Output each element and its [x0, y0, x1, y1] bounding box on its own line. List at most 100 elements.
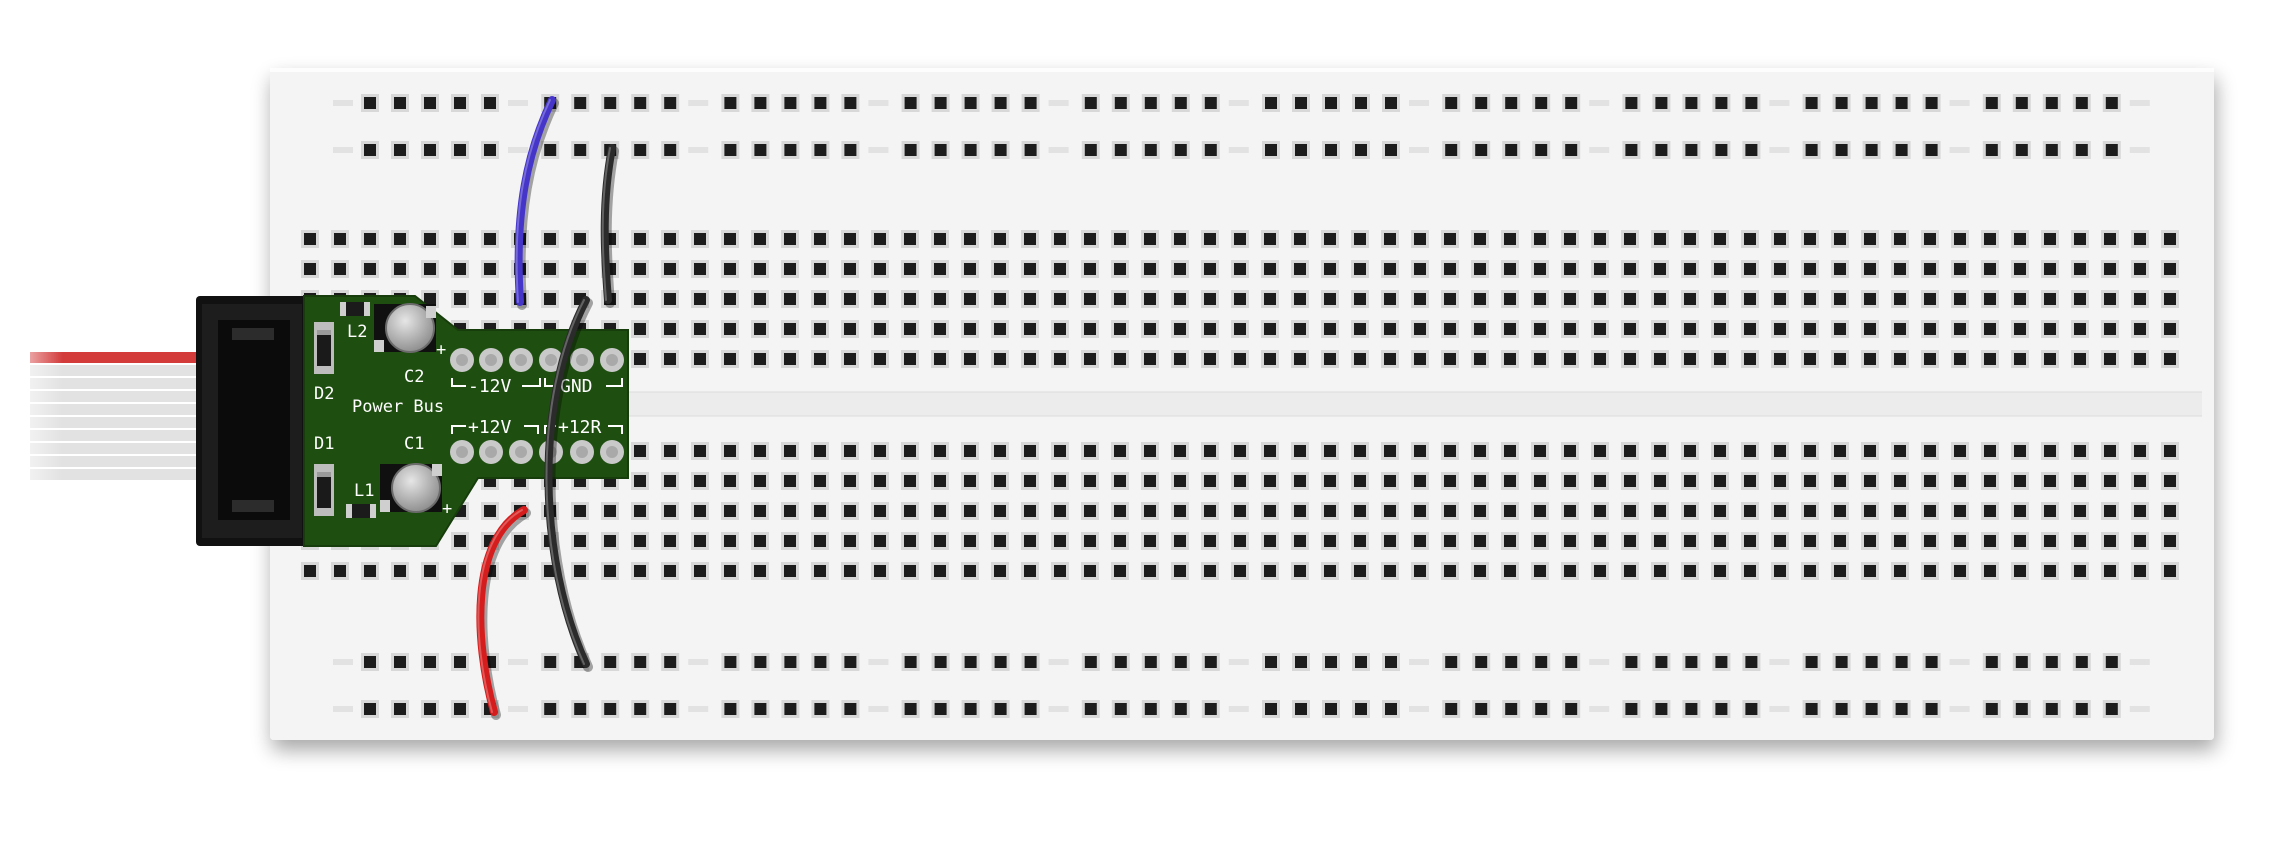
terminal-hole: [1441, 260, 1459, 278]
terminal-hole: [361, 562, 379, 580]
terminal-hole: [2131, 320, 2149, 338]
terminal-hole: [1561, 472, 1579, 490]
terminal-hole: [1531, 260, 1549, 278]
terminal-hole: [1291, 230, 1309, 248]
terminal-hole: [631, 502, 649, 520]
rail-hole: [631, 653, 650, 671]
terminal-hole: [1951, 562, 1969, 580]
terminal-hole: [1621, 442, 1639, 460]
terminal-hole: [2161, 502, 2179, 520]
rail-hole: [721, 653, 740, 671]
terminal-hole: [1051, 290, 1069, 308]
terminal-hole: [2041, 472, 2059, 490]
d2-diode: [314, 322, 334, 374]
terminal-hole: [2071, 290, 2089, 308]
terminal-hole: [1621, 230, 1639, 248]
rail-hole: [2102, 700, 2121, 718]
terminal-hole: [1681, 260, 1699, 278]
terminal-hole: [1441, 472, 1459, 490]
terminal-hole: [901, 472, 919, 490]
terminal-hole: [361, 260, 379, 278]
terminal-hole: [2041, 502, 2059, 520]
terminal-hole: [1141, 290, 1159, 308]
terminal-hole: [1921, 502, 1939, 520]
terminal-hole: [1441, 502, 1459, 520]
terminal-hole: [1651, 350, 1669, 368]
terminal-hole: [2101, 562, 2119, 580]
rail-gap-marker: [1949, 706, 1970, 712]
rail-hole: [841, 141, 860, 159]
terminal-hole: [1321, 442, 1339, 460]
terminal-hole: [1711, 290, 1729, 308]
terminal-hole: [2071, 230, 2089, 248]
rail-hole: [1141, 94, 1160, 112]
rail-hole: [901, 653, 920, 671]
rail-hole: [2042, 141, 2061, 159]
rail-hole: [1262, 653, 1280, 671]
rail-hole: [2102, 653, 2121, 671]
terminal-hole: [1711, 350, 1729, 368]
rail-hole: [1262, 141, 1280, 159]
terminal-hole: [751, 260, 769, 278]
terminal-hole: [871, 442, 889, 460]
rail-hole: [601, 700, 620, 718]
terminal-hole: [781, 320, 799, 338]
terminal-hole: [1591, 260, 1609, 278]
terminal-hole: [1291, 442, 1309, 460]
terminal-hole: [1891, 290, 1909, 308]
terminal-hole: [1501, 562, 1519, 580]
rail-hole: [1201, 141, 1220, 159]
terminal-hole: [661, 350, 679, 368]
terminal-hole: [391, 230, 409, 248]
terminal-hole: [301, 260, 319, 278]
terminal-hole: [1261, 260, 1279, 278]
terminal-hole: [1351, 472, 1369, 490]
terminal-hole: [2071, 502, 2089, 520]
terminal-hole: [901, 290, 919, 308]
terminal-hole: [661, 290, 679, 308]
terminal-hole: [1471, 472, 1489, 490]
terminal-hole: [1201, 472, 1219, 490]
terminal-hole: [931, 532, 949, 550]
rail-hole: [1892, 141, 1911, 159]
terminal-hole: [2161, 320, 2179, 338]
terminal-hole: [2011, 320, 2029, 338]
rail-hole: [961, 94, 980, 112]
terminal-hole: [1981, 562, 1999, 580]
terminal-hole: [1141, 260, 1159, 278]
terminal-hole: [451, 562, 469, 580]
pin-label-neg12v: -12V: [468, 376, 512, 397]
pin-label-pos12r: +12R: [558, 417, 602, 438]
terminal-hole: [571, 532, 589, 550]
terminal-hole: [1741, 532, 1759, 550]
terminal-hole: [1291, 562, 1309, 580]
terminal-hole: [871, 472, 889, 490]
terminal-hole: [1081, 290, 1099, 308]
terminal-hole: [841, 230, 859, 248]
rail-hole: [1892, 653, 1911, 671]
rail-hole: [541, 653, 560, 671]
terminal-hole: [1051, 320, 1069, 338]
terminal-hole: [1891, 562, 1909, 580]
terminal-hole: [1051, 532, 1069, 550]
rail-hole: [1382, 141, 1400, 159]
terminal-hole: [1081, 350, 1099, 368]
rail-hole: [1021, 94, 1040, 112]
terminal-hole: [1471, 260, 1489, 278]
terminal-hole: [2101, 472, 2119, 490]
terminal-hole: [1051, 260, 1069, 278]
terminal-hole: [2101, 350, 2119, 368]
rail-hole: [1652, 700, 1671, 718]
rail-hole: [1021, 700, 1040, 718]
rail-gap-marker: [1409, 100, 1429, 106]
rail-hole: [1832, 700, 1851, 718]
rail-hole: [1021, 141, 1040, 159]
terminal-hole: [1021, 532, 1039, 550]
rail-hole: [1532, 700, 1551, 718]
rail-hole: [361, 141, 379, 159]
terminal-hole: [781, 472, 799, 490]
terminal-hole: [1291, 472, 1309, 490]
rail-hole: [2042, 94, 2061, 112]
terminal-hole: [1051, 230, 1069, 248]
terminal-hole: [1381, 350, 1399, 368]
